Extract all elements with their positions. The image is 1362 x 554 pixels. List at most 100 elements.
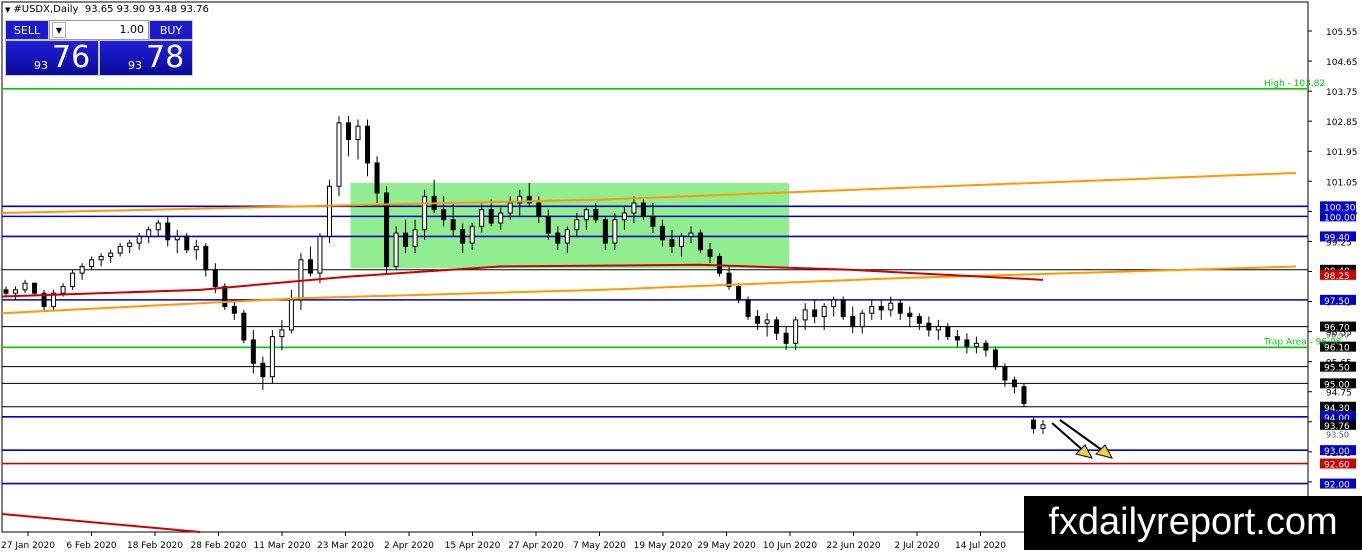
candle (650, 215, 656, 227)
candle (793, 319, 799, 344)
x-tick-label: 6 Feb 2020 (66, 541, 117, 551)
candle (79, 265, 85, 274)
candle (678, 235, 684, 247)
candle (117, 245, 123, 254)
candle (983, 342, 989, 351)
candle (365, 125, 371, 164)
candle (831, 299, 837, 308)
candle (317, 235, 323, 274)
sell-button[interactable]: SELL (5, 20, 49, 40)
candle (1040, 424, 1046, 429)
candle (621, 212, 627, 221)
triangle-down-icon[interactable]: ▼ (5, 6, 10, 14)
buy-quote[interactable]: 93 78 (99, 40, 193, 76)
candle (127, 242, 133, 247)
candle (907, 312, 913, 318)
price-label: 95.00 (1324, 380, 1350, 390)
candle (1021, 386, 1027, 404)
x-tick-label: 28 Feb 2020 (190, 541, 246, 551)
candle (574, 219, 580, 231)
candle (1002, 366, 1008, 381)
x-tick-label: 11 Mar 2020 (253, 541, 310, 551)
candle (345, 122, 351, 141)
x-tick-label: 23 Mar 2020 (317, 541, 374, 551)
candle (631, 202, 637, 214)
candle (859, 312, 865, 328)
candle (165, 222, 171, 241)
lot-size-input[interactable]: ▼ 1.00 (49, 20, 149, 40)
candle (954, 336, 960, 341)
candle (32, 282, 38, 294)
candle (850, 316, 856, 328)
candle (22, 282, 28, 291)
y-tick-label: 101.95 (1326, 148, 1358, 158)
candle (545, 215, 551, 234)
price-label: 99.40 (1324, 233, 1350, 243)
candle (736, 286, 742, 301)
buy-price-big: 78 (146, 40, 185, 75)
candle (174, 235, 180, 241)
candle (307, 259, 313, 274)
candle (336, 122, 342, 187)
candle (688, 232, 694, 237)
level-annotation: High - 103.82 (1264, 79, 1325, 89)
candle (60, 286, 66, 294)
candle (193, 245, 199, 251)
candle (203, 245, 209, 271)
sell-quote[interactable]: 93 76 (5, 40, 99, 76)
candle (878, 306, 884, 311)
candle (136, 235, 142, 244)
candle (602, 219, 608, 244)
price-label: 97.50 (1324, 297, 1350, 307)
x-tick-label: 2 Jul 2020 (894, 541, 939, 551)
x-tick-label: 7 May 2020 (573, 541, 626, 551)
sell-price-big: 76 (52, 40, 91, 75)
candle (869, 306, 875, 314)
price-label: 93.00 (1324, 447, 1350, 457)
candle (812, 309, 818, 318)
sell-price-small: 93 (34, 59, 48, 72)
candle (412, 229, 418, 247)
one-click-trading-panel: SELL ▼ 1.00 BUY 93 76 93 78 (5, 20, 193, 76)
candle (231, 306, 237, 314)
buy-button[interactable]: BUY (149, 20, 193, 40)
candle (669, 239, 675, 247)
candle (755, 316, 761, 324)
candle (774, 319, 780, 334)
candle (222, 286, 228, 308)
candle (897, 302, 903, 314)
candle (1011, 379, 1017, 388)
x-tick-label: 19 May 2020 (634, 541, 693, 551)
lot-size-value: 1.00 (119, 23, 145, 36)
candle (555, 232, 561, 244)
candle (640, 202, 646, 217)
y-tick-label: 104.65 (1326, 58, 1358, 68)
candle (945, 326, 951, 338)
lot-dropdown-icon[interactable]: ▼ (52, 22, 66, 38)
x-tick-label: 29 May 2020 (697, 541, 756, 551)
candle (89, 259, 95, 267)
candle (564, 229, 570, 244)
ohlc-readout: 93.65 93.90 93.48 93.76 (84, 4, 209, 15)
symbol-label: #USDX,Daily (13, 4, 79, 15)
candle (992, 349, 998, 368)
y-tick-label: 101.05 (1326, 178, 1358, 188)
chart-header: ▼ #USDX,Daily 93.65 93.90 93.48 93.76 (5, 4, 209, 15)
candle (441, 209, 447, 221)
candle (479, 209, 485, 227)
candle (964, 339, 970, 348)
candle (355, 125, 361, 141)
candle (488, 209, 494, 224)
price-label: 98.25 (1324, 272, 1350, 282)
price-chart[interactable]: 105.55 104.65 103.75 102.85 101.95 101.05 100.… (0, 0, 1362, 554)
candle (659, 225, 665, 241)
candle (184, 235, 190, 251)
x-tick-label: 18 Feb 2020 (127, 541, 183, 551)
candle (698, 232, 704, 251)
y-tick-label: 102.85 (1326, 118, 1358, 128)
candle (288, 299, 294, 331)
candle (146, 229, 152, 237)
candle (260, 362, 266, 378)
candle (3, 289, 9, 294)
candle (973, 342, 979, 348)
